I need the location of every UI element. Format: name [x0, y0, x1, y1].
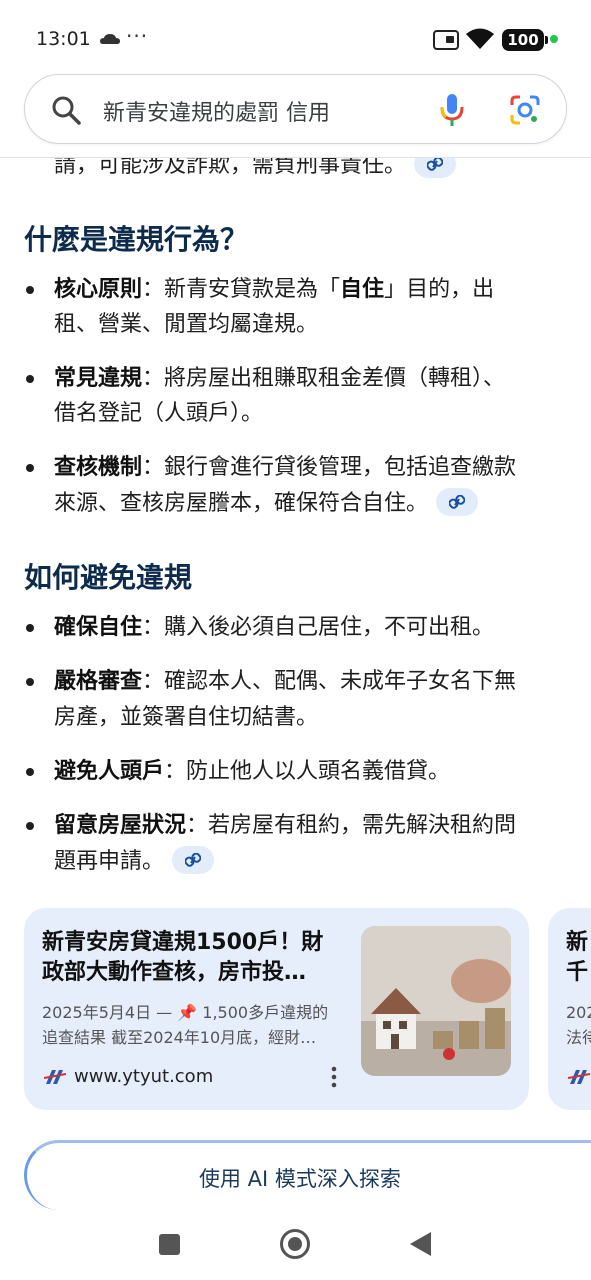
card-title[interactable]: 新 千 [566, 928, 591, 988]
card-title-line: 政部大動作查核，房市投… [42, 960, 307, 985]
item-text: 房產，並簽署自住切結書。 [54, 705, 319, 730]
source-card[interactable]: 新青安房貸違規1500戶！財 政部大動作查核，房市投… 2025年5月4日 — … [24, 908, 529, 1110]
clock: 13:01 [36, 28, 91, 50]
search-icon[interactable] [51, 95, 81, 125]
house-coins-image [361, 926, 511, 1076]
card-snippet-line: 202 [566, 1003, 591, 1022]
system-nav-bar [0, 1223, 591, 1280]
more-notifications-icon: ··· [126, 24, 149, 48]
search-bar[interactable]: 新青安違規的處罰 信用 [24, 74, 567, 144]
source-link-chip[interactable] [436, 488, 479, 516]
item-label: 常見違規 [54, 366, 143, 391]
item-label: 確保自住 [54, 615, 143, 640]
back-button[interactable] [410, 1232, 431, 1256]
site-favicon-icon [44, 1070, 66, 1084]
privacy-indicator-dot [550, 35, 558, 43]
continued-text: 請，可能涉及詐欺，需負刑事責任。 [54, 158, 457, 182]
cloud-icon [100, 34, 120, 44]
battery-icon: 100 [502, 29, 548, 51]
card-snippet-line: 法待 [566, 1028, 591, 1047]
item-text: 確認本人、配偶、未成年子女名下無 [164, 669, 517, 694]
card-snippet: 202 法待 [566, 1000, 591, 1050]
section-heading: 什麼是違規行為？ [24, 223, 249, 256]
item-label: 嚴格審查 [54, 669, 143, 694]
item-text: 防止他人以人頭名義借貸。 [186, 759, 451, 784]
link-icon [427, 158, 444, 171]
item-colon: ： [164, 759, 187, 784]
item-colon: ： [142, 366, 165, 391]
source-card[interactable]: 新 千 202 法待 [548, 908, 591, 1110]
item-colon: ： [142, 277, 165, 302]
status-bar: 13:01 ··· 100 [0, 0, 591, 74]
section-heading: 如何避免違規 [24, 561, 193, 594]
ai-mode-button[interactable]: 使用 AI 模式深入探索 [24, 1140, 591, 1210]
card-title-line: 新青安房貸違規1500戶！財 [42, 930, 324, 955]
link-icon [185, 853, 202, 867]
home-button[interactable] [280, 1229, 310, 1259]
ai-mode-button-label: 使用 AI 模式深入探索 [199, 1167, 401, 1191]
item-text: 來源、查核房屋謄本，確保符合自住。 [54, 491, 429, 516]
item-text: 租、營業、閒置均屬違規。 [54, 312, 319, 337]
bullet [26, 822, 34, 830]
item-label: 查核機制 [54, 455, 143, 480]
item-emphasis: 自住 [340, 277, 385, 302]
item-label: 核心原則 [54, 277, 143, 302]
card-snippet: 2025年5月4日 — 📌 1,500多戶違規的 追查結果 截至2024年10月… [42, 1000, 352, 1050]
microphone-icon[interactable] [439, 92, 465, 128]
item-colon: ： [142, 669, 165, 694]
bullet [26, 624, 34, 632]
item-text: 」目的，出 [384, 277, 495, 302]
item-text: 若房屋有租約，需先解決租約問 [208, 813, 517, 838]
item-text: 將房屋出租賺取租金差價（轉租）、 [164, 366, 506, 391]
card-thumbnail[interactable] [361, 926, 511, 1076]
bullet [26, 464, 34, 472]
card-domain[interactable]: www.ytyut.com [74, 1066, 213, 1087]
ai-overview-content: 請，可能涉及詐欺，需負刑事責任。 什麼是違規行為？ 核心原則：新青安貸款是為「自… [0, 158, 591, 1223]
bullet [26, 768, 34, 776]
item-text: 銀行會進行貸後管理，包括追查繳款 [164, 455, 517, 480]
top-line-text: 請，可能涉及詐欺，需負刑事責任。 [54, 158, 407, 178]
search-input[interactable]: 新青安違規的處罰 信用 [103, 95, 330, 127]
more-options-icon[interactable] [331, 1066, 337, 1088]
bullet [26, 286, 34, 294]
bullet [26, 678, 34, 686]
link-icon [449, 495, 466, 509]
recents-button[interactable] [159, 1234, 180, 1255]
google-lens-icon[interactable] [509, 94, 541, 126]
item-label: 留意房屋狀況 [54, 813, 187, 838]
card-title-line: 千 [566, 960, 589, 985]
item-colon: ： [142, 615, 165, 640]
item-text: 借名登記（人頭戶）。 [54, 401, 264, 426]
item-text: 購入後必須自己居住，不可出租。 [164, 615, 495, 640]
item-text: 題再申請。 [54, 849, 165, 874]
item-label: 避免人頭戶 [54, 759, 165, 784]
wifi-icon [466, 28, 494, 49]
item-colon: ： [142, 455, 165, 480]
card-title-line: 新 [566, 930, 589, 955]
item-colon: ： [186, 813, 209, 838]
item-text: 新青安貸款是為「 [164, 277, 341, 302]
card-title[interactable]: 新青安房貸違規1500戶！財 政部大動作查核，房市投… [42, 928, 342, 988]
card-snippet-line: 2025年5月4日 — 📌 1,500多戶違規的 [42, 1003, 329, 1022]
source-link-chip[interactable] [414, 158, 457, 178]
bullet [26, 375, 34, 383]
site-favicon-icon [568, 1070, 590, 1084]
source-link-chip[interactable] [172, 846, 215, 874]
card-snippet-line: 追查結果 截至2024年10月底，經財… [42, 1028, 317, 1047]
sim-icon [433, 30, 459, 50]
